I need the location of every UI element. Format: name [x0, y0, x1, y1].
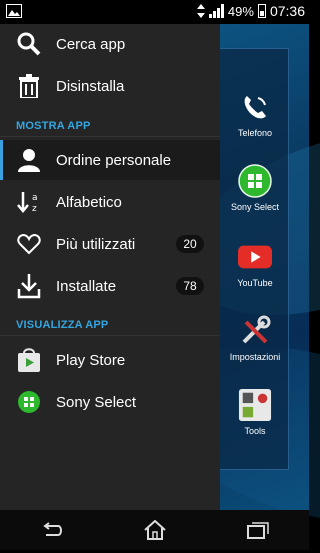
back-button[interactable] [32, 515, 72, 545]
menu-item-label: Ordine personale [56, 151, 172, 169]
sony-select-icon [238, 164, 272, 198]
section-header-view-apps: VISUALIZZA APP [16, 319, 109, 331]
home-icon [143, 520, 166, 540]
app-youtube[interactable]: YouTube [222, 240, 288, 288]
recents-button[interactable] [238, 515, 278, 545]
battery-icon [257, 4, 266, 18]
navigation-bar [0, 510, 309, 550]
menu-item-search-apps[interactable]: Cerca app [0, 24, 220, 64]
menu-item-label: Sony Select [56, 393, 137, 411]
menu-item-installed[interactable]: Installate 78 [0, 266, 220, 306]
wifi-arrows-icon [196, 4, 205, 18]
recents-icon [246, 522, 269, 539]
sony-select-icon [16, 389, 42, 415]
app-impostazioni[interactable]: Impostazioni [222, 314, 288, 362]
menu-item-alphabetical[interactable]: a z Alfabetico [0, 182, 220, 222]
menu-item-label: Installate [56, 277, 117, 295]
menu-item-label: Disinstalla [56, 77, 125, 95]
status-bar: 49% 07:36 [0, 0, 309, 24]
svg-text:a: a [32, 193, 38, 203]
trash-icon [16, 73, 42, 99]
settings-tools-icon [238, 314, 272, 348]
menu-item-most-used[interactable]: Più utilizzati 20 [0, 224, 220, 264]
app-telefono[interactable]: Telefono [222, 90, 288, 138]
count-badge: 20 [176, 235, 204, 253]
menu-item-sony-select[interactable]: Sony Select [0, 382, 220, 422]
youtube-icon [238, 240, 272, 274]
heart-icon [16, 231, 42, 257]
download-icon [16, 273, 42, 299]
home-button[interactable] [135, 515, 175, 545]
menu-item-label: Cerca app [56, 35, 126, 53]
app-label: Tools [244, 426, 266, 436]
sort-alpha-icon: a z [16, 189, 42, 215]
app-label: Impostazioni [229, 352, 281, 362]
search-icon [16, 31, 42, 57]
back-icon [42, 522, 62, 536]
menu-item-label: Più utilizzati [56, 235, 136, 253]
menu-item-custom-order[interactable]: Ordine personale [0, 140, 220, 180]
image-notification-icon [6, 4, 22, 18]
play-store-icon [16, 347, 42, 373]
menu-item-label: Play Store [56, 351, 126, 369]
menu-item-uninstall[interactable]: Disinstalla [0, 66, 220, 106]
phone-icon [238, 90, 272, 124]
section-header-show-apps: MOSTRA APP [16, 120, 91, 132]
app-drawer-menu: Cerca app Disinstalla MOSTRA APP Ordine … [0, 24, 220, 510]
svg-text:z: z [32, 204, 37, 214]
app-sony-select[interactable]: Sony Select [222, 164, 288, 212]
signal-icon [208, 4, 224, 18]
menu-item-play-store[interactable]: Play Store [0, 340, 220, 380]
app-label: Sony Select [230, 202, 280, 212]
app-tools[interactable]: Tools [222, 388, 288, 436]
clock: 07:36 [269, 3, 305, 19]
menu-item-label: Alfabetico [56, 193, 122, 211]
app-label: YouTube [237, 278, 273, 288]
battery-percent: 49% [227, 3, 254, 19]
person-icon [16, 147, 42, 173]
app-label: Telefono [237, 128, 273, 138]
count-badge: 78 [176, 277, 204, 295]
tools-folder-icon [238, 388, 272, 422]
